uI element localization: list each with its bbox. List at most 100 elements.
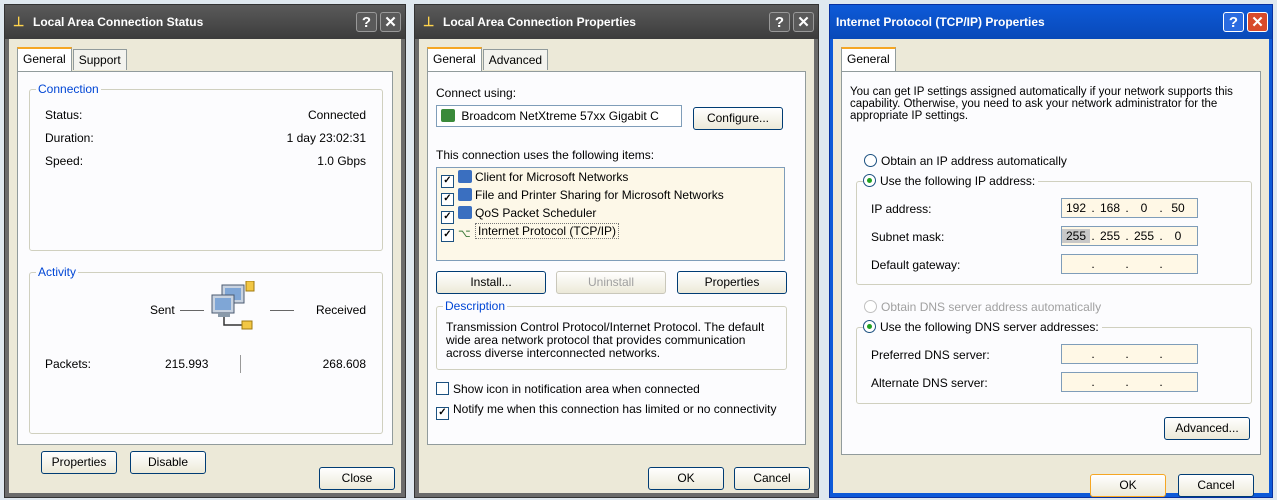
status-value: Connected — [307, 108, 366, 122]
help-button[interactable]: ? — [769, 12, 790, 32]
sent-line — [180, 310, 204, 311]
ok-button[interactable]: OK — [1090, 474, 1166, 497]
tcpip-window: Internet Protocol (TCP/IP) Properties ? … — [829, 4, 1273, 498]
radio-button[interactable] — [864, 154, 877, 167]
components-list[interactable]: ✓ Client for Microsoft Networks ✓ File and… — [436, 167, 785, 261]
configure-button[interactable]: Configure... — [693, 107, 783, 130]
tab-general[interactable]: General — [841, 47, 896, 71]
tcpip-titlebar[interactable]: Internet Protocol (TCP/IP) Properties ? … — [830, 5, 1272, 39]
connect-using-label: Connect using: — [436, 86, 517, 100]
list-item[interactable]: ✓ File and Printer Sharing for Microsoft … — [437, 186, 784, 206]
packets-received-value: 268.608 — [322, 357, 366, 371]
items-label: This connection uses the following items… — [436, 148, 655, 162]
radio-button-disabled — [864, 300, 877, 313]
radio-button-selected[interactable] — [863, 320, 876, 333]
received-label: Received — [315, 303, 366, 317]
intro-text: You can get IP settings assigned automat… — [850, 86, 1233, 122]
status-client: General Support Connection Status: Conne… — [9, 39, 401, 493]
properties-window: ⊥ Local Area Connection Properties ? ✕ G… — [414, 4, 819, 498]
gateway-input[interactable]: . . . — [1061, 254, 1198, 274]
help-button[interactable]: ? — [1223, 12, 1244, 32]
alternate-dns-input[interactable]: . . . — [1061, 372, 1198, 392]
tab-support[interactable]: Support — [72, 49, 127, 70]
list-item[interactable]: ✓ Client for Microsoft Networks — [437, 168, 784, 188]
network-connection-icon: ⊥ — [423, 14, 435, 29]
ok-button[interactable]: OK — [648, 467, 724, 490]
activity-group: Activity Sent Received Packets: 215.993 … — [29, 265, 383, 434]
properties-titlebar[interactable]: ⊥ Local Area Connection Properties ? ✕ — [415, 5, 818, 39]
ip-address-input[interactable]: 192. 168. 0. 50 — [1061, 198, 1198, 218]
tab-advanced[interactable]: Advanced — [482, 49, 549, 70]
status-titlebar[interactable]: ⊥ Local Area Connection Status ? ✕ — [5, 5, 405, 39]
ip-address-label: IP address: — [871, 202, 932, 216]
status-label: Status: — [45, 108, 83, 122]
use-dns-option[interactable]: Use the following DNS server addresses: — [863, 320, 1102, 334]
cancel-button[interactable]: Cancel — [734, 467, 810, 490]
advanced-button[interactable]: Advanced... — [1164, 417, 1250, 440]
network-adapter-icon — [441, 109, 455, 122]
file-printer-sharing-icon — [458, 188, 472, 201]
sent-label: Sent — [150, 303, 175, 317]
description-text: Transmission Control Protocol/Internet P… — [446, 320, 765, 360]
packets-sent-value: 215.993 — [165, 357, 209, 371]
network-connection-icon: ⊥ — [13, 14, 25, 29]
properties-client: General Advanced Connect using: Broadcom… — [419, 39, 814, 493]
checkbox-checked[interactable]: ✓ — [436, 407, 449, 420]
checkbox-checked[interactable]: ✓ — [441, 229, 454, 242]
show-icon-option[interactable]: Show icon in notification area when conn… — [436, 382, 700, 396]
status-panel: Connection Status: Connected Duration: 1… — [17, 71, 393, 474]
properties-button[interactable]: Properties — [41, 451, 117, 474]
close-icon[interactable]: ✕ — [380, 12, 401, 32]
network-client-icon — [458, 170, 472, 183]
tab-general[interactable]: General — [17, 47, 72, 71]
received-line — [270, 310, 294, 311]
adapter-field: Broadcom NetXtreme 57xx Gigabit C — [436, 105, 682, 127]
use-ip-option[interactable]: Use the following IP address: — [863, 174, 1039, 188]
radio-button-selected[interactable] — [863, 174, 876, 187]
obtain-ip-option[interactable]: Obtain an IP address automatically — [864, 154, 1067, 168]
help-button[interactable]: ? — [356, 12, 377, 32]
group-label: Description — [443, 299, 508, 313]
list-item-selected[interactable]: ✓ ⌥ Internet Protocol (TCP/IP) — [437, 222, 784, 242]
window-title: Local Area Connection Properties — [443, 15, 636, 29]
window-title: Internet Protocol (TCP/IP) Properties — [836, 15, 1045, 29]
preferred-dns-label: Preferred DNS server: — [871, 348, 990, 362]
preferred-dns-input[interactable]: . . . — [1061, 344, 1198, 364]
speed-label: Speed: — [45, 154, 84, 168]
disable-button[interactable]: Disable — [130, 451, 206, 474]
properties-panel: Connect using: Broadcom NetXtreme 57xx G… — [427, 71, 806, 445]
qos-scheduler-icon — [458, 206, 472, 219]
properties-button[interactable]: Properties — [677, 271, 787, 294]
checkbox[interactable] — [436, 382, 449, 395]
adapter-name: Broadcom NetXtreme 57xx Gigabit C — [461, 109, 659, 123]
duration-value: 1 day 23:02:31 — [286, 131, 366, 145]
cancel-button[interactable]: Cancel — [1178, 474, 1254, 497]
packets-label: Packets: — [45, 357, 92, 371]
tcpip-client: General You can get IP settings assigned… — [833, 39, 1269, 497]
status-window: ⊥ Local Area Connection Status ? ✕ Gener… — [4, 4, 406, 498]
close-icon[interactable]: ✕ — [1247, 12, 1268, 32]
speed-value: 1.0 Gbps — [317, 154, 366, 168]
ip-group: Use the following IP address: IP address… — [856, 174, 1252, 285]
window-title: Local Area Connection Status — [33, 15, 204, 29]
protocol-icon: ⌥ — [458, 228, 471, 240]
list-item[interactable]: ✓ QoS Packet Scheduler — [437, 204, 784, 224]
group-label: Activity — [36, 265, 79, 279]
uninstall-button: Uninstall — [556, 271, 666, 294]
group-label: Connection — [36, 82, 101, 96]
gateway-label: Default gateway: — [871, 258, 961, 272]
divider — [240, 355, 241, 373]
network-activity-icon — [208, 280, 262, 337]
subnet-input[interactable]: 255. 255. 255. 0 — [1061, 226, 1198, 246]
description-group: Description Transmission Control Protoco… — [436, 299, 787, 370]
notify-option[interactable]: ✓ Notify me when this connection has limi… — [436, 402, 777, 420]
close-icon[interactable]: ✕ — [793, 12, 814, 32]
subnet-label: Subnet mask: — [871, 230, 945, 244]
close-button[interactable]: Close — [319, 467, 395, 490]
obtain-dns-option: Obtain DNS server address automatically — [864, 300, 1101, 314]
tcpip-panel: You can get IP settings assigned automat… — [841, 71, 1261, 455]
connection-group: Connection Status: Connected Duration: 1… — [29, 82, 383, 251]
install-button[interactable]: Install... — [436, 271, 546, 294]
tab-general[interactable]: General — [427, 47, 482, 71]
alternate-dns-label: Alternate DNS server: — [871, 376, 988, 390]
